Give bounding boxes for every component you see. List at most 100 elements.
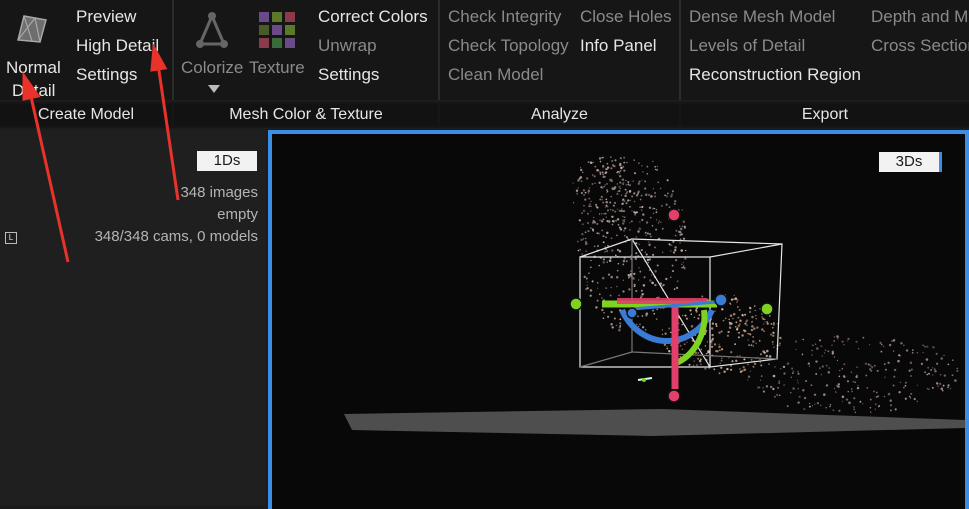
preview-button[interactable]: Preview: [76, 7, 136, 27]
normal-detail-button[interactable]: Normal Detail: [2, 6, 68, 100]
cloud-point: [644, 231, 647, 234]
cloud-point: [605, 216, 607, 218]
cloud-point: [596, 168, 599, 172]
cloud-point: [779, 336, 782, 340]
cloud-point: [629, 184, 632, 187]
check-integrity-button[interactable]: Check Integrity: [448, 7, 561, 27]
cloud-point: [613, 201, 617, 204]
cloud-point: [633, 211, 636, 214]
cloud-point: [909, 397, 911, 399]
cloud-point: [644, 329, 647, 331]
cloud-point: [674, 258, 678, 262]
chevron-down-icon[interactable]: [207, 84, 221, 94]
cloud-point: [947, 384, 950, 387]
create-model-settings-button[interactable]: Settings: [76, 65, 137, 85]
cloud-point: [575, 189, 579, 192]
item-icon[interactable]: L: [5, 232, 17, 244]
cloud-point: [851, 388, 853, 390]
cloud-point: [813, 393, 817, 396]
cloud-point: [836, 359, 839, 362]
cloud-point: [656, 165, 659, 167]
cloud-point: [654, 283, 657, 287]
cloud-point: [608, 259, 612, 262]
cloud-point: [898, 391, 901, 394]
cloud-point: [609, 257, 612, 260]
cloud-point: [602, 218, 605, 221]
cloud-point: [596, 299, 599, 302]
mesh-settings-button[interactable]: Settings: [318, 65, 379, 85]
cloud-point: [753, 305, 756, 307]
cloud-point: [664, 194, 666, 197]
cloud-point: [866, 387, 869, 389]
cloud-point: [877, 395, 879, 398]
cloud-point: [604, 251, 606, 253]
cloud-point: [835, 391, 837, 393]
cloud-point: [661, 329, 664, 331]
cloud-point: [588, 187, 591, 189]
cloud-point: [869, 398, 872, 401]
cloud-point: [645, 193, 648, 196]
cloud-point: [633, 172, 637, 175]
cloud-point: [841, 400, 844, 402]
cloud-point: [622, 165, 625, 168]
check-topology-button[interactable]: Check Topology: [448, 36, 569, 56]
high-detail-button[interactable]: High Detail: [76, 36, 159, 56]
cloud-point: [696, 364, 698, 366]
cloud-point: [943, 354, 945, 357]
cloud-point: [649, 235, 652, 238]
cloud-point: [715, 325, 718, 328]
scene-canvas[interactable]: [272, 134, 965, 509]
cloud-point: [599, 198, 602, 201]
dense-mesh-model-button[interactable]: Dense Mesh Model: [689, 7, 835, 27]
cloud-point: [639, 323, 641, 326]
cloud-point: [645, 221, 649, 224]
cloud-point: [790, 391, 792, 394]
unwrap-button[interactable]: Unwrap: [318, 36, 377, 56]
cross-sections-button[interactable]: Cross Section: [871, 36, 969, 56]
colorize-button[interactable]: Colorize: [178, 6, 246, 100]
cloud-point: [587, 230, 590, 233]
clean-model-button[interactable]: Clean Model: [448, 65, 543, 85]
cloud-point: [615, 219, 618, 222]
cloud-point: [633, 159, 636, 161]
tab-1ds[interactable]: 1Ds: [197, 151, 257, 171]
cloud-point: [607, 209, 609, 212]
correct-colors-button[interactable]: Correct Colors: [318, 7, 428, 27]
cloud-point: [586, 221, 590, 225]
cloud-point: [924, 371, 927, 374]
cloud-point: [833, 340, 836, 342]
cloud-point: [956, 369, 959, 373]
cloud-point: [711, 333, 714, 337]
cloud-point: [644, 251, 646, 253]
cloud-point: [769, 356, 772, 358]
cloud-point: [644, 187, 647, 190]
cloud-point: [641, 165, 643, 167]
cloud-point: [609, 294, 612, 297]
cloud-point: [681, 348, 683, 350]
cloud-point: [572, 182, 574, 184]
close-holes-button[interactable]: Close Holes: [580, 7, 672, 27]
cloud-point: [656, 308, 659, 311]
depth-and-mask-button[interactable]: Depth and M: [871, 7, 968, 27]
cloud-point: [735, 359, 738, 363]
cloud-point: [876, 369, 879, 372]
cloud-point: [833, 336, 836, 338]
cloud-point: [617, 190, 619, 193]
cloud-point: [811, 405, 814, 407]
mesh-detail-icon: [17, 15, 47, 43]
cloud-point: [585, 177, 589, 180]
reconstruction-region-button[interactable]: Reconstruction Region: [689, 65, 861, 85]
cloud-point: [598, 181, 601, 184]
cloud-point: [928, 372, 930, 375]
cloud-point: [818, 339, 822, 342]
info-panel-button[interactable]: Info Panel: [580, 36, 657, 56]
cloud-point: [619, 187, 621, 190]
cloud-point: [820, 404, 822, 406]
cloud-point: [650, 274, 653, 276]
cloud-point: [825, 364, 828, 367]
viewport-3ds[interactable]: 3Ds: [268, 130, 969, 509]
levels-of-detail-button[interactable]: Levels of Detail: [689, 36, 805, 56]
texture-button[interactable]: Texture: [246, 6, 308, 77]
cloud-point: [823, 352, 826, 354]
cloud-point: [617, 262, 620, 265]
